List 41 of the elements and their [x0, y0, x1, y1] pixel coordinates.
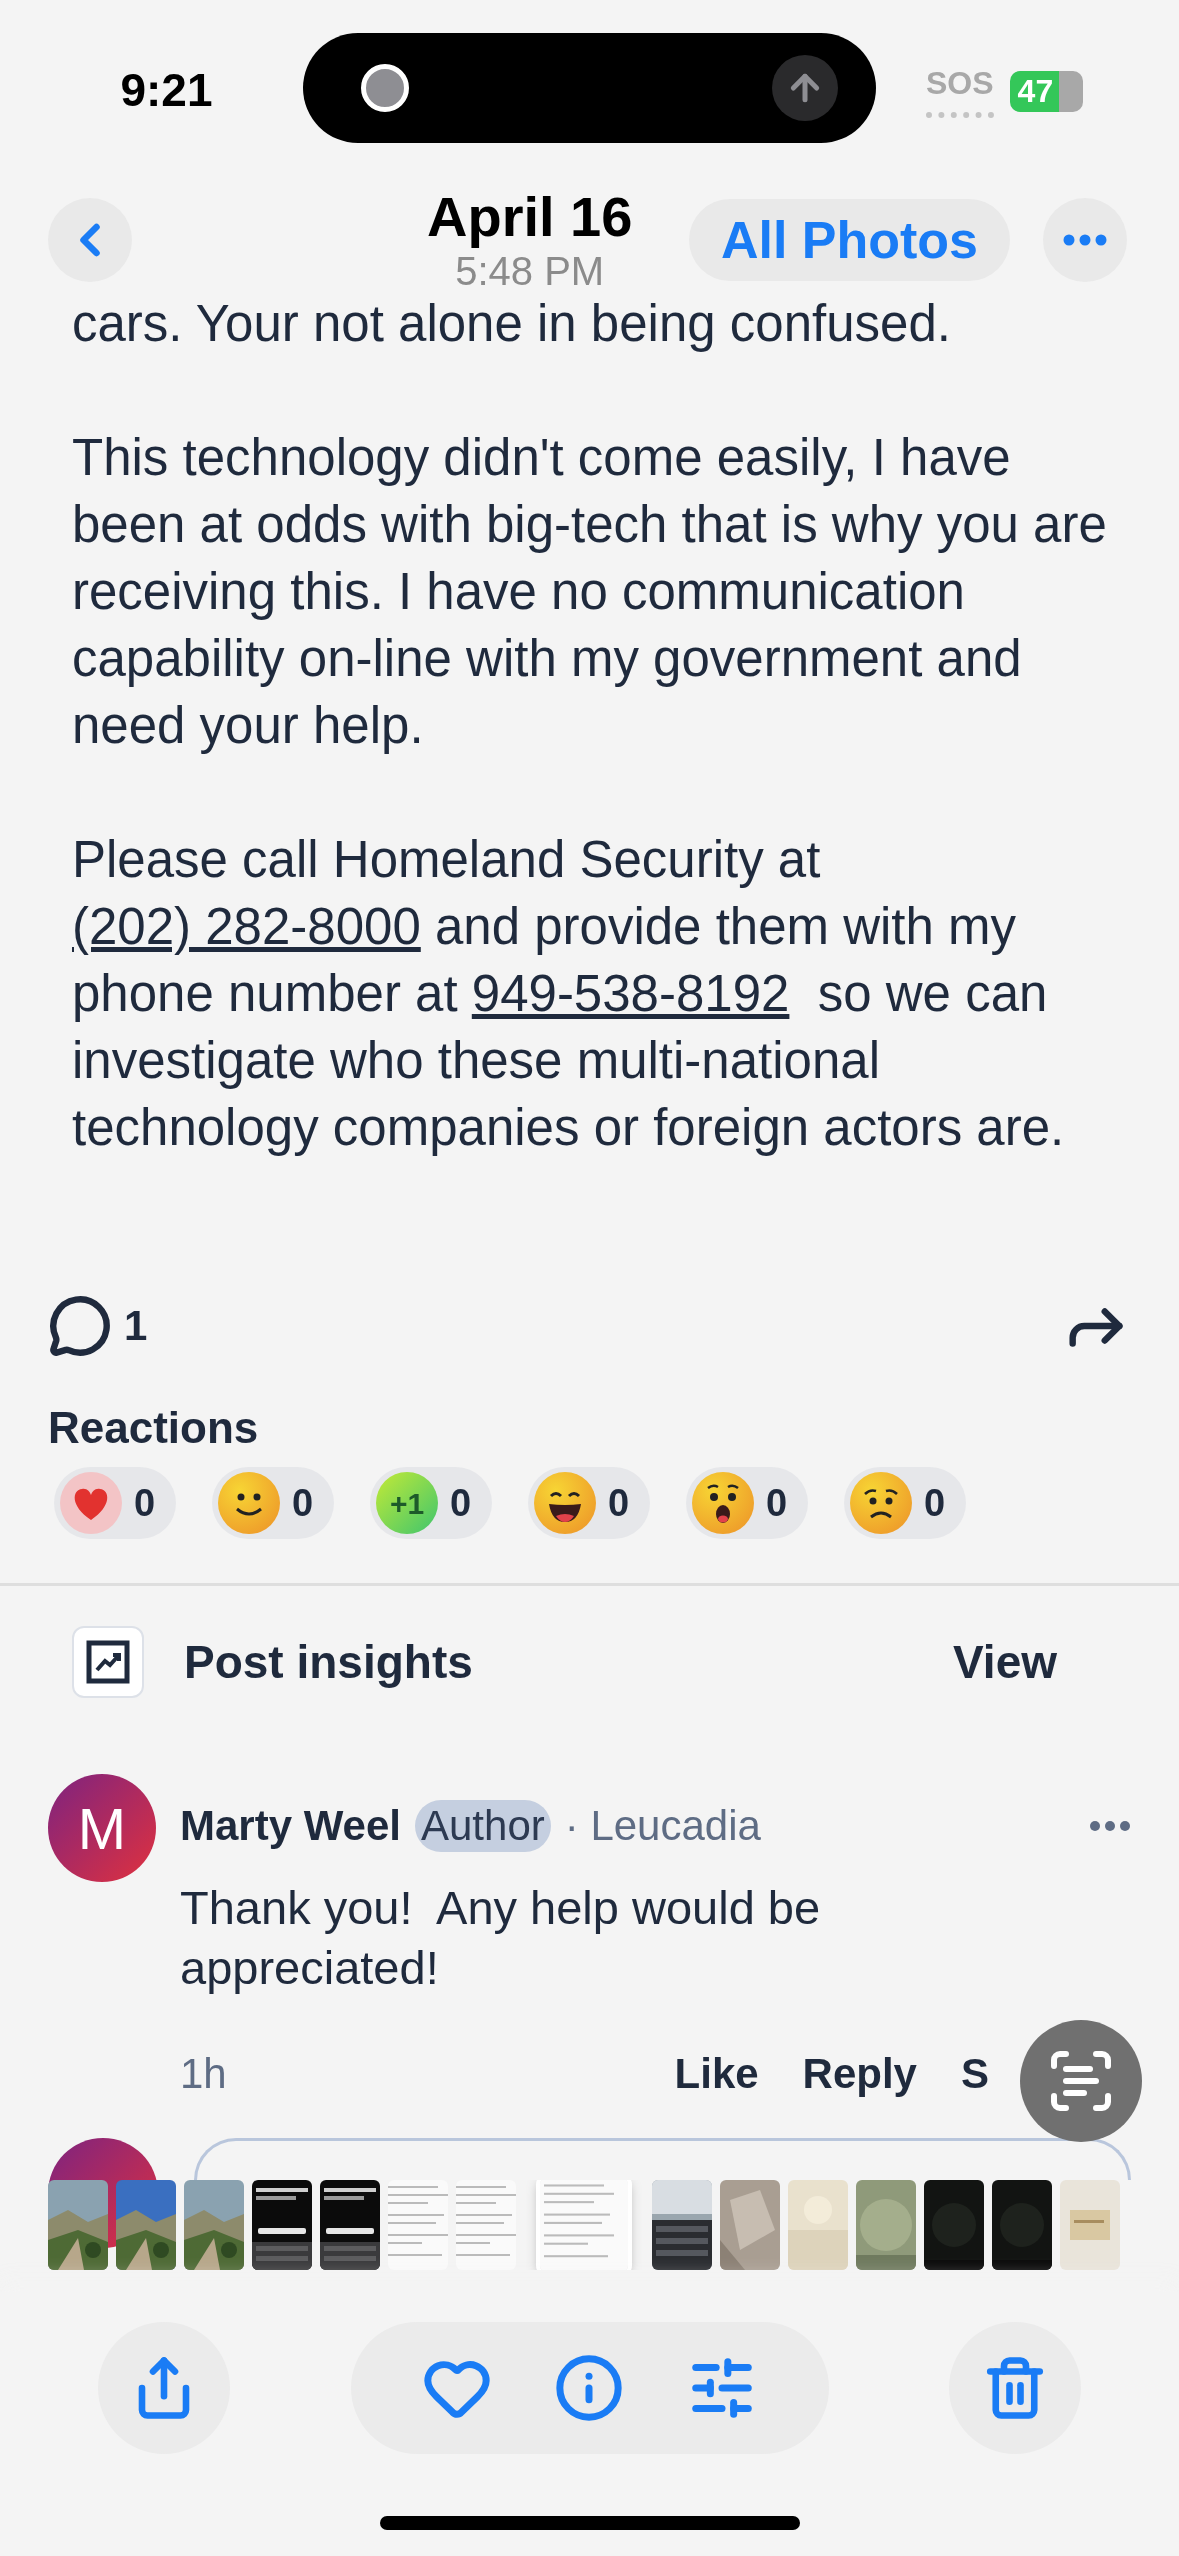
photo-time: 5:48 PM [455, 248, 605, 294]
phone-link[interactable]: 949-538-8192 [471, 965, 790, 1022]
comment-action[interactable]: Reply [802, 2050, 917, 2098]
emoji-icon [218, 1472, 280, 1534]
post-paragraph: Please call Homeland Security at (202) 282-8000 and provide them with my phone number at 949-538-8192 so we can investigate who these multi-national technology companies or foreign actors are. [72, 830, 1066, 1158]
comment-text: Thank you! Any help would be appreciated! [180, 1880, 822, 1996]
photo-date: April 16 [427, 186, 633, 248]
plus-one-text: +1 [389, 1487, 425, 1520]
emoji-icon [692, 1472, 754, 1534]
comment-action[interactable]: Like [674, 2050, 759, 2098]
post-text: cars. Your not alone in being confused. [72, 294, 952, 354]
comment-location: · Leucadia [564, 1802, 761, 1850]
reactions-title: Reactions [48, 1403, 260, 1453]
emoji-icon [850, 1472, 912, 1534]
battery-indicator: 47 [1009, 71, 1084, 112]
author-badge: Author [415, 1800, 551, 1852]
reaction-button[interactable]: +1 0 [370, 1467, 492, 1539]
reaction-button[interactable]: 0 [528, 1467, 650, 1539]
comment-count: 1 [124, 1302, 148, 1350]
avatar: M [48, 1774, 156, 1882]
info-button[interactable] [554, 2353, 625, 2423]
reaction-button[interactable]: 0 [844, 1467, 966, 1539]
comment-time: 1h [180, 2050, 227, 2098]
more-icon [1063, 234, 1107, 246]
phone-link[interactable]: (202) 282-8000 [72, 898, 421, 955]
post-paragraph: This technology didn't come easily, I have been at odds with big-tech that is why you are receiving this. I have no communication capability on-line with my government and need your help. [72, 428, 1108, 756]
info-icon [554, 2353, 625, 2423]
emoji-icon [534, 1472, 596, 1534]
recording-icon [361, 64, 409, 112]
chart-icon [72, 1626, 144, 1698]
comment-icon[interactable] [48, 1294, 112, 1358]
more-icon[interactable] [1089, 1820, 1131, 1832]
status-time: 9:21 [120, 63, 213, 117]
sos-indicator: SOS [926, 65, 994, 118]
reaction-button[interactable]: 0 [686, 1467, 808, 1539]
view-link[interactable]: View [953, 1635, 1057, 1689]
reaction-button[interactable]: 0 [54, 1467, 176, 1539]
comment-author: Marty Weel [180, 1802, 401, 1850]
reaction-button[interactable]: 0 [212, 1467, 334, 1539]
insights-label: Post insights [184, 1635, 473, 1689]
comment-action[interactable]: S [961, 2050, 989, 2098]
